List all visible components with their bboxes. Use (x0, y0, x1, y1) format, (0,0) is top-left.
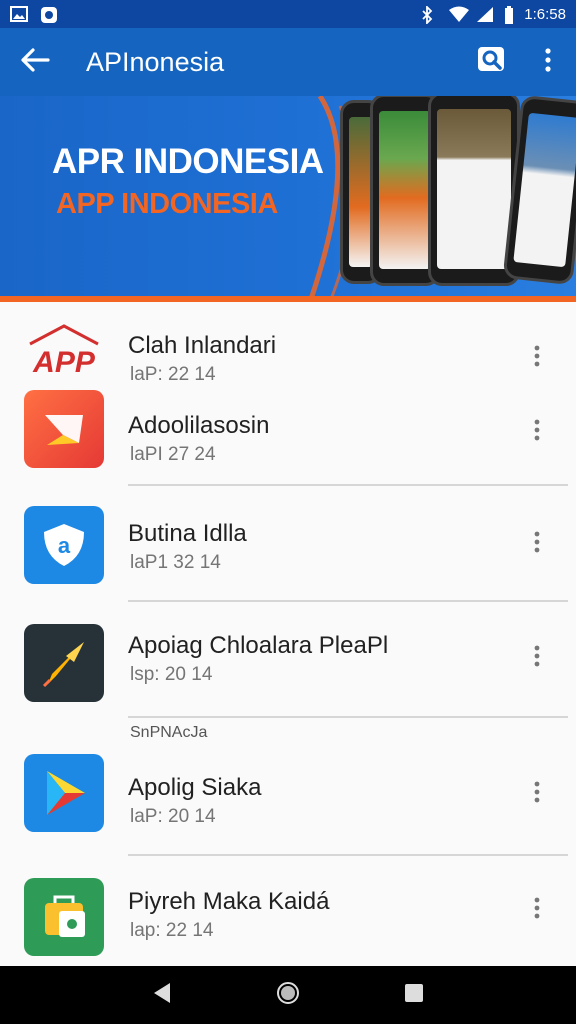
wifi-icon (448, 6, 470, 22)
list-item-subtitle: laP: 22 14 (130, 364, 216, 385)
status-time: 1:6:58 (524, 5, 566, 23)
list-item[interactable]: APP Clah Inlandari laP: 22 14 (0, 320, 576, 390)
nav-back-button[interactable] (152, 982, 172, 1009)
list-divider (128, 484, 568, 486)
arrow-tile-icon (24, 390, 104, 468)
list-item-subtitle: laP: 20 14 (130, 806, 216, 827)
list-item-title: Clah Inlandari (128, 332, 277, 359)
list-item[interactable]: Adoolilasosin laPI 27 24 (0, 388, 576, 480)
list-item-title: Piyreh Maka Kaidá (128, 888, 330, 915)
list-item-subtitle: laPI 27 24 (130, 444, 216, 465)
banner-subtitle: APP INDONESIA (56, 188, 278, 220)
list-item-title: Adoolilasosin (128, 412, 270, 439)
bag-icon (24, 878, 104, 956)
list-item-subtitle: laP1 32 14 (130, 552, 221, 573)
status-bar: 1:6:58 (0, 0, 576, 28)
nav-recents-icon (404, 983, 424, 1007)
signal-icon (476, 6, 494, 22)
svg-text:a: a (58, 533, 71, 558)
system-nav-bar (0, 966, 576, 1024)
app-title: APInonesia (86, 46, 225, 77)
section-label: SnPNAcJa (130, 724, 208, 741)
list-item-title: Apolig Siaka (128, 774, 262, 801)
image-icon (10, 6, 28, 22)
list-item-title: Apoiag Chloalara PleaPl (128, 632, 389, 659)
list-item-subtitle: lap: 22 14 (130, 920, 214, 941)
list-item-subtitle: lsp: 20 14 (130, 664, 213, 685)
search-icon (476, 45, 508, 80)
battery-icon (504, 6, 514, 24)
play-triangle-icon (24, 754, 104, 832)
nav-home-button[interactable] (276, 981, 300, 1010)
bluetooth-icon (420, 4, 438, 26)
app-notification-icon (40, 6, 58, 23)
more-vert-icon (544, 47, 552, 77)
item-more-button[interactable] (522, 772, 552, 812)
item-more-button[interactable] (522, 522, 552, 562)
list-item-title: Butina Idlla (128, 520, 247, 547)
list-item[interactable]: a Butina Idlla laP1 32 14 (0, 504, 576, 590)
search-button[interactable] (464, 28, 520, 96)
list-divider (128, 854, 568, 856)
back-button[interactable] (0, 28, 70, 96)
back-arrow-icon (20, 47, 50, 78)
app-bar: APInonesia (0, 28, 576, 96)
app-logo-icon: APP (24, 320, 104, 380)
nav-back-icon (152, 982, 172, 1008)
list-item[interactable]: Apoiag Chloalara PleaPl lsp: 20 14 (0, 622, 576, 702)
nav-recents-button[interactable] (404, 983, 424, 1008)
list-divider (128, 716, 568, 718)
banner-title: APR INDONESIA (52, 142, 324, 181)
nav-home-icon (276, 981, 300, 1009)
svg-text:APP: APP (32, 346, 96, 379)
list-item[interactable]: Piyreh Maka Kaidá lap: 22 14 (0, 876, 576, 960)
item-more-button[interactable] (522, 410, 552, 450)
list-item[interactable]: Apolig Siaka laP: 20 14 (0, 754, 576, 838)
item-more-button[interactable] (522, 636, 552, 676)
promo-banner[interactable]: APR INDONESIA APP INDONESIA (0, 96, 576, 302)
pen-icon (24, 624, 104, 702)
list-divider (128, 600, 568, 602)
app-list: APP Clah Inlandari laP: 22 14 Adoolilaso… (0, 302, 576, 966)
item-more-button[interactable] (522, 336, 552, 376)
shield-icon: a (24, 506, 104, 584)
overflow-menu-button[interactable] (520, 28, 576, 96)
item-more-button[interactable] (522, 888, 552, 928)
